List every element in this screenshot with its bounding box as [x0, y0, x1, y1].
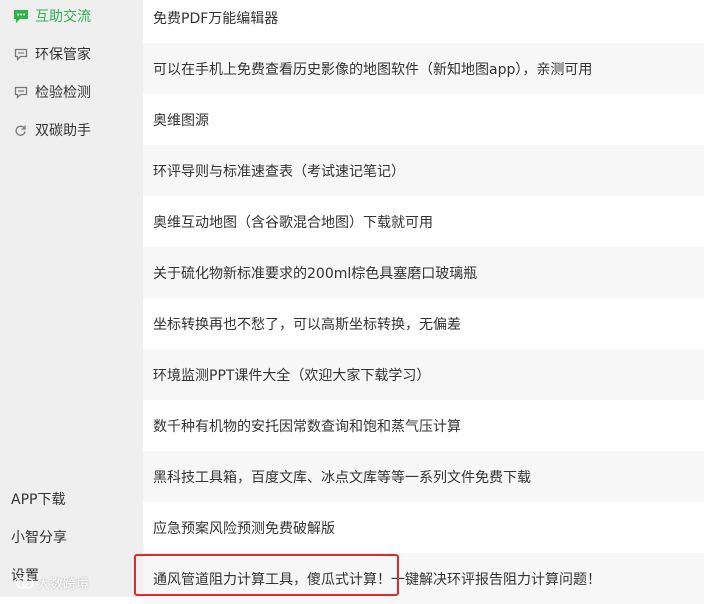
refresh-icon	[12, 122, 29, 139]
app-download-link[interactable]: APP下载	[11, 489, 65, 509]
list-item-title: 坐标转换再也不愁了，可以高斯坐标转换，无偏差	[153, 316, 461, 333]
list-item[interactable]: 奥维图源	[143, 94, 704, 145]
list-item-title: 黑科技工具箱，百度文库、冰点文库等等一系列文件免费下载	[153, 469, 531, 486]
list-item[interactable]: 通风管道阻力计算工具，傻瓜式计算！一键解决环评报告阻力计算问题！	[143, 553, 704, 604]
chat-icon	[12, 8, 29, 25]
list-item[interactable]: 奥维互动地图（含谷歌混合地图）下载就可用	[143, 196, 704, 247]
sidebar-item-label: 互助交流	[35, 9, 91, 25]
sidebar-item-label: 双碳助手	[35, 123, 91, 139]
list-item[interactable]: 环评导则与标准速查表（考试速记笔记）	[143, 145, 704, 196]
sidebar-item-eco-steward[interactable]: 环保管家	[12, 40, 91, 68]
list-item-title: 关于硫化物新标准要求的200ml棕色具塞磨口玻璃瓶	[153, 265, 478, 282]
list-item[interactable]: 应急预案风险预测免费破解版	[143, 502, 704, 553]
list-item[interactable]: 环境监测PPT课件大全（欢迎大家下载学习）	[143, 349, 704, 400]
list-item-title: 免费PDF万能编辑器	[153, 10, 279, 27]
list-item-title: 环境监测PPT课件大全（欢迎大家下载学习）	[153, 367, 431, 384]
chat-icon	[12, 46, 29, 63]
watermark-logo-icon	[16, 576, 34, 589]
list-item[interactable]: 可以在手机上免费查看历史影像的地图软件（新知地图app），亲测可用	[143, 43, 704, 94]
list-item-title: 应急预案风险预测免费破解版	[153, 520, 335, 537]
list-item-title: 可以在手机上免费查看历史影像的地图软件（新知地图app），亲测可用	[153, 61, 593, 78]
list-item[interactable]: 关于硫化物新标准要求的200ml棕色具塞磨口玻璃瓶	[143, 247, 704, 298]
list-item[interactable]: 数千种有机物的安托因常数查询和饱和蒸气压计算	[143, 400, 704, 451]
sidebar-item-inspection[interactable]: 检验检测	[12, 78, 91, 106]
sidebar-item-label: 检验检测	[35, 85, 91, 101]
list-item[interactable]: 黑科技工具箱，百度文库、冰点文库等等一系列文件免费下载	[143, 451, 704, 502]
list-item-title: 奥维互动地图（含谷歌混合地图）下载就可用	[153, 214, 433, 231]
list-item-title: 通风管道阻力计算工具，傻瓜式计算！一键解决环评报告阻力计算问题！	[153, 571, 601, 588]
list-item-title: 环评导则与标准速查表（考试速记笔记）	[153, 163, 405, 180]
content-list: 免费PDF万能编辑器 可以在手机上免费查看历史影像的地图软件（新知地图app），…	[143, 0, 704, 604]
share-link[interactable]: 小智分享	[11, 527, 67, 547]
watermark: 大数跨境	[16, 573, 89, 592]
list-item[interactable]: 免费PDF万能编辑器	[143, 0, 704, 43]
list-item-title: 奥维图源	[153, 112, 209, 129]
sidebar-item-mutual-exchange[interactable]: 互助交流	[12, 2, 91, 30]
sidebar-item-label: 环保管家	[35, 47, 91, 63]
watermark-text: 大数跨境	[37, 577, 90, 592]
sidebar: 互助交流 环保管家 检验检测 双碳助手 APP下载 小智分享 设置 大数跨境	[0, 0, 143, 597]
list-item[interactable]: 坐标转换再也不愁了，可以高斯坐标转换，无偏差	[143, 298, 704, 349]
sidebar-item-dual-carbon[interactable]: 双碳助手	[12, 116, 91, 144]
list-item-title: 数千种有机物的安托因常数查询和饱和蒸气压计算	[153, 418, 461, 435]
chat-icon	[12, 84, 29, 101]
